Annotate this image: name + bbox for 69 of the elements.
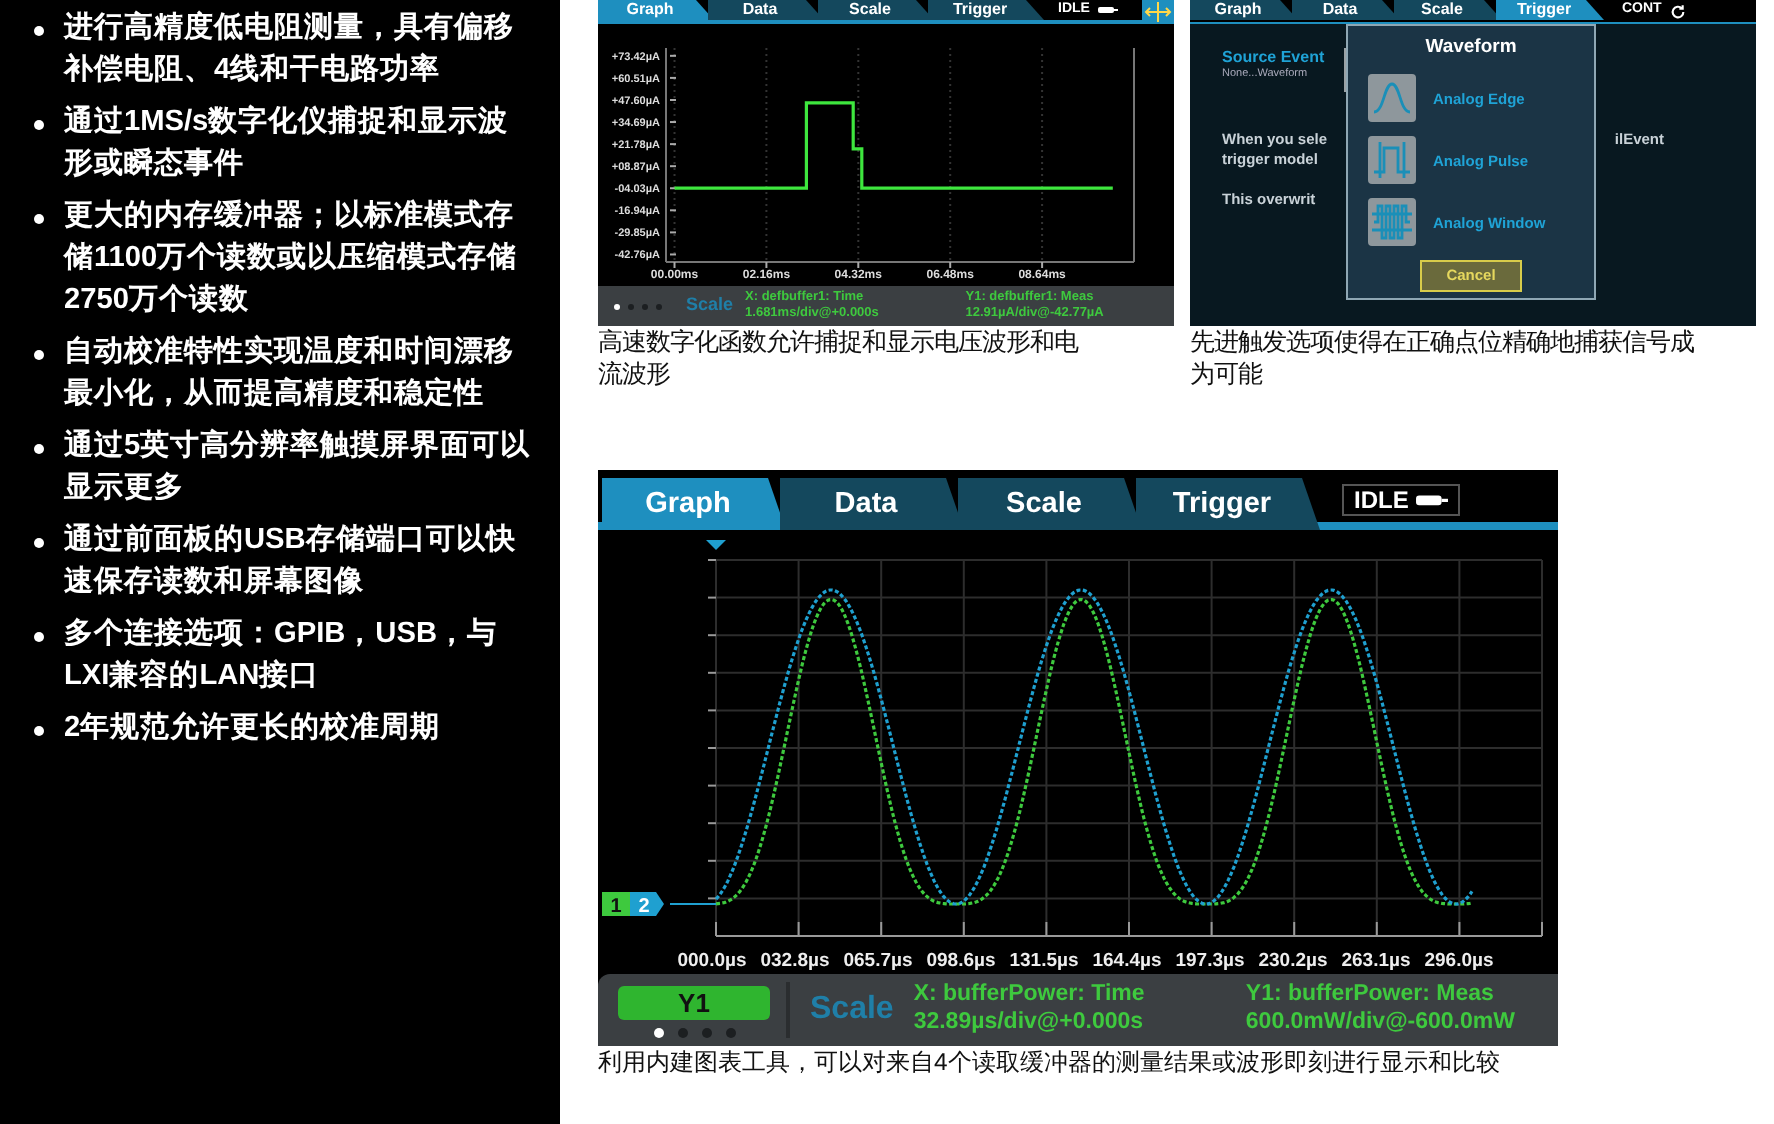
feature-text: 自动校准特性实现温度和时间漂移最小化，从而提高精度和稳定性	[64, 332, 516, 414]
tab[interactable]: Trigger	[928, 0, 1044, 20]
caption: 先进触发选项使得在正确点位精确地捕获信号成为可能	[1190, 326, 1696, 390]
page-dot[interactable]	[725, 1028, 735, 1038]
axis-scale: 32.89µs/div@+0.000s	[913, 1010, 1146, 1038]
field-label: Source Event	[1222, 48, 1325, 68]
bullet-icon	[34, 120, 44, 130]
feature-text: 进行高精度低电阻测量，具有偏移补偿电阻、4线和干电路功率	[64, 8, 516, 90]
dash-icon	[1097, 6, 1118, 14]
axis-label: 032.8µs	[760, 950, 830, 972]
feature-text: 通过5英寸高分辨率触摸屏界面可以显示更多	[64, 426, 533, 508]
pulse-icon	[1367, 136, 1415, 185]
bullet-icon	[34, 632, 44, 642]
crosshair-icon[interactable]	[1142, 0, 1174, 24]
caption: 高速数字化函数允许捕捉和显示电压波形和电流波形	[598, 326, 1078, 390]
bullet-icon	[34, 350, 44, 360]
axis-label: 197.3µs	[1175, 950, 1245, 972]
tab[interactable]: Scale	[818, 0, 934, 20]
axis-label: 000.0µs	[677, 950, 747, 972]
tab[interactable]: Data	[1292, 0, 1400, 20]
bullet-icon	[34, 214, 44, 224]
status-text: IDLE	[1354, 484, 1409, 518]
feature-text: 通过前面板的USB存储端口可以快速保存读数和屏幕图像	[64, 521, 518, 602]
axis-info: X: bufferPower: Time	[913, 982, 1147, 1010]
dialog-title: Waveform	[1425, 34, 1517, 62]
tab[interactable]: Trigger	[1496, 0, 1604, 20]
page-dot[interactable]	[642, 303, 648, 309]
axis-label: 131.5µs	[1009, 950, 1079, 972]
axis-label: 296.0µs	[1424, 950, 1494, 972]
tab[interactable]: Graph	[598, 0, 714, 20]
tab[interactable]: Data	[780, 478, 964, 530]
panel-label: Scale	[810, 990, 894, 1030]
panel-label: Scale	[686, 292, 734, 319]
page-dot[interactable]	[701, 1028, 711, 1038]
axis-label: 230.2µs	[1258, 950, 1328, 972]
axis-label: 263.1µs	[1341, 950, 1411, 972]
feature-text: 通过1MS/s数字化仪捕捉和显示波形或瞬态事件	[64, 102, 511, 184]
tab[interactable]: Scale	[958, 478, 1142, 530]
page-dot[interactable]	[656, 303, 662, 309]
leader-line	[669, 903, 717, 905]
window-waveform-icon	[1367, 198, 1415, 247]
bullet-icon	[34, 26, 44, 36]
feature-text: 多个连接选项：GPIB，USB，与LXI兼容的LAN接口	[64, 615, 499, 696]
tab[interactable]: Trigger	[1136, 478, 1320, 530]
page-dot[interactable]	[677, 1028, 687, 1038]
feature-text: 2年规范允许更长的校准周期	[64, 709, 441, 748]
caption: 利用内建图表工具，可以对来自4个读取缓冲器的测量结果或波形即刻进行显示和比较	[598, 1046, 1502, 1078]
tab[interactable]: Scale	[1394, 0, 1502, 20]
dash-icon	[1416, 493, 1449, 507]
rising-edge-icon	[1367, 74, 1415, 123]
feature-text: 更大的内存缓冲器；以标准模式存储1100万个读数或以压缩模式存储2750万个读数	[64, 197, 520, 320]
axis-label: 098.6µs	[926, 950, 996, 972]
tab[interactable]: Graph	[1190, 0, 1298, 20]
axis-label: 164.4µs	[1092, 950, 1162, 972]
bullet-icon	[34, 538, 44, 548]
page-dot[interactable]	[628, 303, 634, 309]
axis-scale: 600.0mW/div@-600.0mW	[1245, 1010, 1517, 1038]
bullet-icon	[34, 726, 44, 736]
tab[interactable]: Data	[708, 0, 824, 20]
refresh-icon	[1669, 3, 1686, 19]
axis-info: Y1: bufferPower: Meas	[1245, 982, 1496, 1010]
trace-button[interactable]: Y1	[618, 986, 770, 1020]
page-dot[interactable]	[614, 303, 620, 309]
page-dot[interactable]	[653, 1028, 663, 1038]
cursor-marker-icon	[706, 540, 726, 550]
bullet-icon	[34, 444, 44, 454]
status-button[interactable]: IDLE	[1342, 484, 1461, 516]
trace-marker[interactable]: 1	[602, 892, 630, 918]
axis-label: 065.7µs	[843, 950, 913, 972]
